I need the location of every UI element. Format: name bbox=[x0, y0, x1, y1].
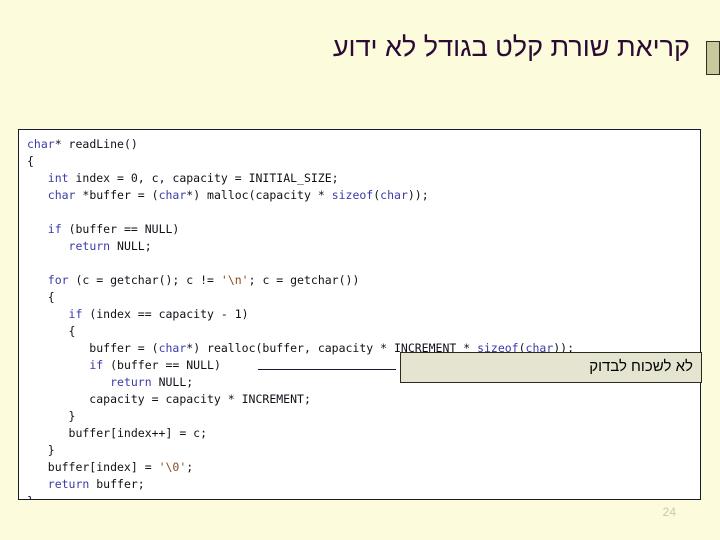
code-listing: char* readLine() { int index = 0, c, cap… bbox=[27, 137, 575, 499]
page-title: קריאת שורת קלט בגודל לא ידוע bbox=[332, 32, 690, 62]
title-marker-square bbox=[706, 41, 720, 75]
code-block: char* readLine() { int index = 0, c, cap… bbox=[18, 129, 701, 500]
slide-number: 24 bbox=[662, 505, 676, 519]
annotation-leader-line bbox=[258, 369, 396, 370]
annotation-note: לא לשכוח לבדוק bbox=[400, 352, 702, 383]
